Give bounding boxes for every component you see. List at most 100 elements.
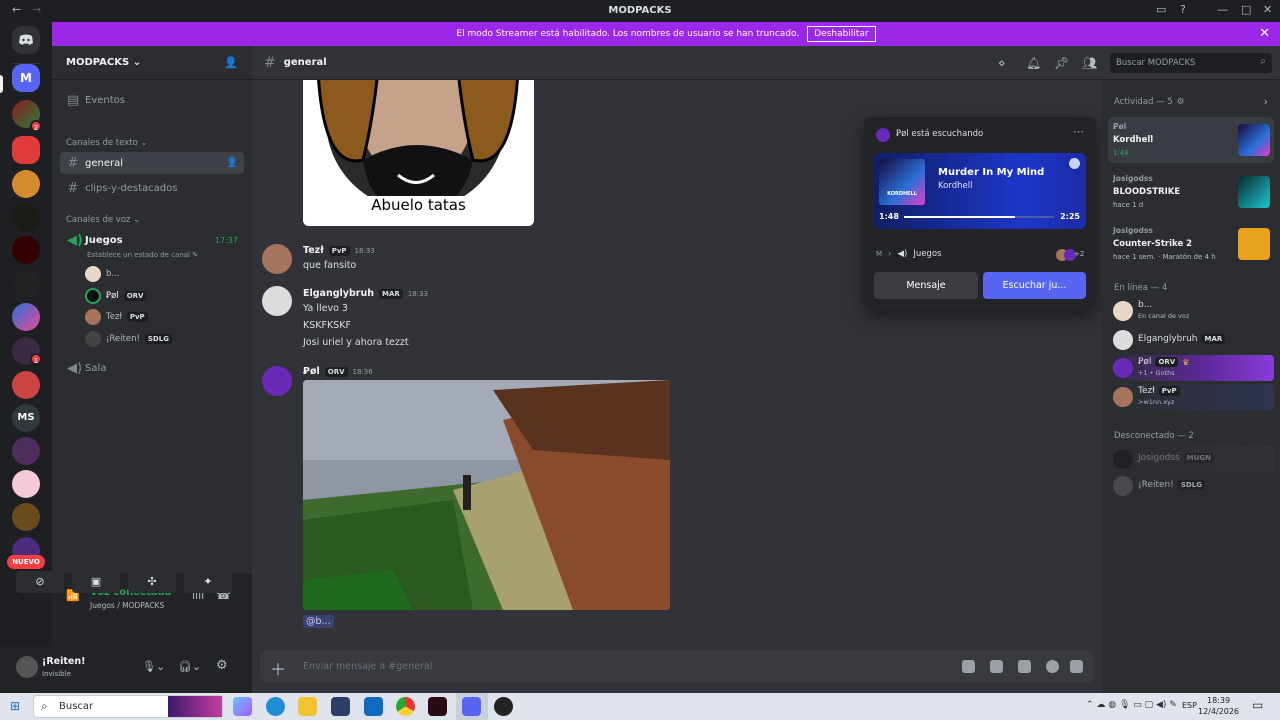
listen-along-button[interactable]: Escuchar ju... <box>983 272 1086 299</box>
more-icon[interactable]: ⋯ <box>1073 125 1084 138</box>
album-art: KORDHELL <box>879 159 925 205</box>
search-input[interactable]: Buscar MODPACKS ⌕ <box>1110 53 1272 73</box>
obs-icon[interactable] <box>494 697 513 716</box>
file-explorer-icon[interactable] <box>298 697 317 716</box>
apps-icon[interactable] <box>1070 660 1083 673</box>
server-icon-7[interactable] <box>12 270 40 298</box>
message-image[interactable]: Abuelo tatas <box>303 80 534 226</box>
mention[interactable]: @b... <box>303 615 334 628</box>
voice-category[interactable]: Canales de voz ⌄ <box>66 215 140 225</box>
screen-share-button[interactable]: ▣ <box>72 571 120 593</box>
new-badge[interactable]: NUEVO <box>7 555 45 569</box>
chrome-icon[interactable] <box>396 697 415 716</box>
store-icon[interactable] <box>331 697 350 716</box>
events-item[interactable]: ▤ Eventos <box>60 89 244 111</box>
user-name[interactable]: ¡Reiten! <box>42 656 85 667</box>
server-icon-ms[interactable]: MS <box>12 404 40 432</box>
spotify-icon <box>1069 158 1080 169</box>
copilot-icon[interactable] <box>233 697 252 716</box>
taskbar-search[interactable]: ⌕ Buscar <box>33 695 223 718</box>
discord-home-icon[interactable] <box>12 26 40 54</box>
members-icon[interactable]: 👥︎ <box>1082 56 1097 70</box>
discord-taskbar-icon[interactable] <box>462 697 481 716</box>
activities-button[interactable]: ✣ <box>128 571 176 593</box>
server-icon-12[interactable] <box>12 437 40 465</box>
bell-icon[interactable]: 🔔︎ <box>1026 56 1041 70</box>
message-composer[interactable]: ＋ Enviar mensaje a #general <box>260 651 1093 683</box>
activity-card[interactable]: Ꝑøl Kordhell 1:48 <box>1108 117 1274 163</box>
server-icon-8[interactable] <box>12 303 40 331</box>
activity-header[interactable]: Actividad — 5 ⚙ <box>1114 97 1184 107</box>
add-member-icon[interactable]: 👤 <box>224 56 238 69</box>
progress-bar[interactable] <box>904 216 1054 218</box>
server-modpacks[interactable]: M <box>12 64 40 92</box>
notifications-icon[interactable]: ▭ <box>1252 698 1263 712</box>
screenshot-attachment[interactable] <box>303 380 670 610</box>
member-item[interactable]: Elganglybruh MAR <box>1108 327 1274 353</box>
member-item[interactable]: ¡Reiten! SDLG <box>1108 473 1274 499</box>
spotify-card[interactable]: KORDHELL Murder In My Mind Kordhell 1:48… <box>874 153 1086 229</box>
headphones-icon[interactable]: 🎧︎⌄ <box>178 660 201 673</box>
member-item[interactable]: b... En canal de voz <box>1108 298 1274 324</box>
microphone-icon[interactable]: 🎙︎⌄ <box>142 660 165 673</box>
soundboard-button[interactable]: ✦ <box>184 571 232 593</box>
pin-icon[interactable]: 📌︎ <box>1054 56 1069 70</box>
sticker-icon[interactable] <box>1018 660 1031 673</box>
gift-icon[interactable] <box>962 660 975 673</box>
tray-icons[interactable]: ⌃ ☁ ◍ 🎙︎ ▭ ▢ ◀) ✎ <box>1086 700 1177 710</box>
voice-location[interactable]: Juegos / MODPACKS <box>90 601 164 610</box>
invite-icon[interactable]: 👤 <box>227 158 238 168</box>
voice-user[interactable]: ¡Reiten! SDLG <box>85 331 172 347</box>
channel-status-prompt[interactable]: Establece un estado de canal ✎ <box>87 251 198 259</box>
language-indicator[interactable]: ESP <box>1182 701 1197 710</box>
voice-user[interactable]: Tezł PvP <box>85 309 148 325</box>
avatar[interactable] <box>262 244 292 274</box>
server-icon-13[interactable] <box>12 470 40 498</box>
channel-general[interactable]: # general 👤 <box>60 152 244 174</box>
server-icon-3[interactable] <box>12 136 40 164</box>
server-icon-5[interactable] <box>12 204 40 232</box>
close-window-icon[interactable]: ✕ <box>1263 3 1272 16</box>
chevron-right-icon[interactable]: › <box>1264 95 1268 108</box>
threads-icon[interactable]: ⋄ <box>998 56 1006 70</box>
minimize-icon[interactable]: — <box>1217 3 1228 16</box>
voice-user[interactable]: b... <box>85 266 120 282</box>
gif-icon[interactable] <box>990 660 1003 673</box>
windows-start-icon[interactable]: ⊞ <box>10 699 20 713</box>
inbox-icon[interactable]: ▭ <box>1156 3 1166 16</box>
voice-channel-sala[interactable]: ◀) Sala <box>60 357 244 379</box>
speaker-icon: ◀) <box>897 249 908 259</box>
close-banner-icon[interactable]: ✕ <box>1259 26 1270 41</box>
member-item[interactable]: Ꝑøl ORV ♛ +1 • Goths <box>1108 355 1274 381</box>
server-icon-10[interactable] <box>12 371 40 399</box>
activity-card[interactable]: Josigodss Counter-Strike 2 hace 1 sem. ·… <box>1108 221 1274 267</box>
app-icon[interactable] <box>428 697 447 716</box>
activity-card[interactable]: Josigodss BLOODSTRIKE hace 1 d <box>1108 169 1274 215</box>
voice-location-row[interactable]: M › ◀) Juegos <box>876 249 941 259</box>
text-category[interactable]: Canales de texto ⌄ <box>66 138 148 148</box>
channel-clips[interactable]: # clips-y-destacados <box>60 177 244 199</box>
disable-streamer-button[interactable]: Deshabilitar <box>807 26 876 42</box>
voice-user[interactable]: Ꝑøl ORV <box>85 288 147 304</box>
help-icon[interactable]: ? <box>1180 3 1186 16</box>
server-icon-4[interactable] <box>12 170 40 198</box>
avatar[interactable] <box>262 366 292 396</box>
server-header[interactable]: MODPACKS ⌄ 👤 <box>52 46 252 80</box>
member-item[interactable]: Josigodss MUGN <box>1108 446 1274 472</box>
avatar[interactable] <box>16 656 38 678</box>
message-button[interactable]: Mensaje <box>874 272 978 299</box>
server-icon-14[interactable] <box>12 503 40 531</box>
edge-icon[interactable] <box>266 697 285 716</box>
maximize-icon[interactable]: □ <box>1241 3 1251 16</box>
avatar[interactable] <box>262 286 292 316</box>
mail-icon[interactable] <box>364 697 383 716</box>
plus-icon[interactable]: ＋ <box>270 656 286 680</box>
voice-channel-juegos[interactable]: ◀) Juegos 17:37 <box>60 229 244 251</box>
server-icon-6[interactable] <box>12 236 40 264</box>
clock[interactable]: 18:39 12/4/2026 <box>1198 695 1239 717</box>
camera-off-button[interactable]: ⊘ <box>16 571 64 593</box>
member-item[interactable]: Tezł PvP >w1nn.xyz <box>1108 384 1274 410</box>
role-tag: PvP <box>126 312 148 322</box>
gear-icon[interactable]: ⚙ <box>216 658 228 673</box>
emoji-icon[interactable] <box>1046 660 1059 673</box>
